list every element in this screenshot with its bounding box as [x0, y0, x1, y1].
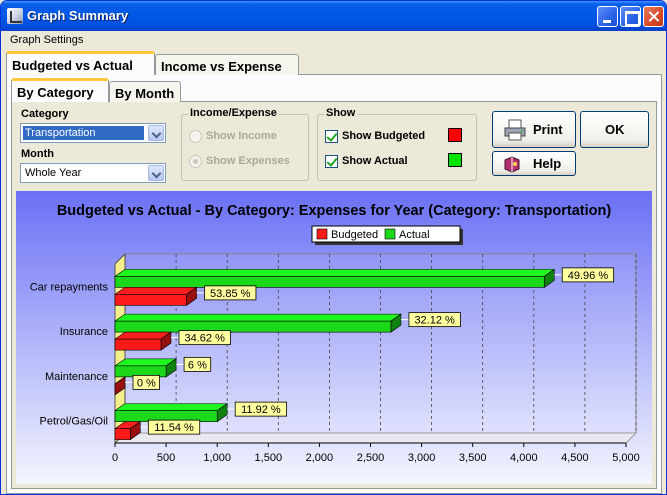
actual-bar-top — [114, 313, 402, 322]
x-tick-label: 5,000 — [612, 452, 640, 464]
chart-title: Budgeted vs Actual - By Category: Expens… — [57, 203, 612, 219]
show-budgeted-label: Show Budgeted — [342, 130, 426, 142]
menu-bar: Graph Settings — [1, 31, 666, 49]
tab-by-month[interactable]: By Month — [109, 81, 181, 102]
x-tick-label: 4,000 — [510, 452, 538, 464]
print-button-label: Print — [533, 122, 563, 137]
budgeted-bar-label: 11.54 % — [154, 422, 194, 434]
check-icon — [325, 155, 338, 168]
budgeted-bar-front — [114, 294, 187, 306]
chevron-down-icon[interactable] — [148, 165, 164, 181]
ok-button-label: OK — [605, 122, 625, 137]
budgeted-bar-label: 34.62 % — [185, 333, 226, 345]
month-label: Month — [21, 148, 54, 160]
chart-plot: 0 500 1,000 1,500 2,000 2,500 3,000 3,500 4,000 4… — [30, 252, 640, 464]
category-select[interactable]: Transportation — [20, 123, 166, 143]
x-tick-label: 3,000 — [408, 452, 436, 464]
category-label: Maintenance — [45, 371, 108, 383]
category-label: Car repayments — [30, 281, 109, 293]
budgeted-color-swatch[interactable] — [448, 128, 462, 142]
budgeted-bar-top — [114, 287, 198, 295]
radio-icon — [189, 130, 202, 143]
category-label: Category — [21, 108, 69, 120]
radio-selected-icon — [189, 155, 202, 168]
maximize-button[interactable] — [620, 6, 641, 27]
actual-bar-top — [114, 358, 178, 367]
print-button[interactable]: Print — [492, 111, 576, 148]
chart-legend: Budgeted Actual — [311, 225, 463, 245]
x-tick-label: 2,500 — [357, 452, 385, 464]
x-tick-label: 4,500 — [561, 452, 589, 464]
income-expense-group: Income/Expense Show Income Show Expenses — [181, 107, 309, 181]
income-expense-title: Income/Expense — [188, 107, 279, 119]
tab-income-vs-expense[interactable]: Income vs Expense — [155, 54, 299, 75]
month-select[interactable]: Whole Year — [20, 163, 166, 183]
actual-bar-label: 32.12 % — [414, 315, 455, 327]
actual-color-swatch[interactable] — [448, 153, 462, 167]
actual-bar: 49.96 % — [114, 267, 615, 288]
show-expenses-label: Show Expenses — [206, 155, 290, 167]
tab-by-category[interactable]: By Category — [11, 78, 109, 102]
graph-app-icon — [7, 8, 23, 24]
category-label: Insurance — [60, 326, 108, 338]
actual-bar-top — [114, 403, 229, 411]
budgeted-bar-front — [114, 428, 131, 440]
title-bar: Graph Summary — [1, 1, 666, 31]
budgeted-bar-label: 0 % — [137, 377, 156, 389]
actual-bar-label: 49.96 % — [568, 270, 609, 282]
actual-bar-label: 6 % — [188, 359, 207, 371]
x-tick-label: 1,500 — [255, 452, 283, 464]
window-title: Graph Summary — [27, 8, 129, 23]
x-tick-label: 3,500 — [459, 452, 487, 464]
show-title: Show — [324, 107, 358, 119]
legend-label: Actual — [399, 229, 430, 241]
actual-bar-front — [114, 276, 545, 288]
legend-swatch — [316, 228, 328, 240]
month-select-value: Whole Year — [25, 167, 82, 179]
legend-swatch — [384, 228, 396, 240]
show-income-label: Show Income — [206, 130, 277, 142]
check-icon — [325, 130, 338, 143]
chart-area: Budgeted vs Actual - By Category: Expens… — [16, 191, 652, 484]
chevron-down-icon[interactable] — [148, 125, 164, 141]
ok-button[interactable]: OK — [580, 111, 649, 148]
x-tick-label: 2,000 — [306, 452, 334, 464]
close-button[interactable] — [643, 6, 664, 27]
actual-bar-front — [114, 320, 392, 333]
minimize-button[interactable] — [597, 6, 618, 27]
help-book-icon — [504, 156, 520, 173]
budget-chart: Budgeted vs Actual - By Category: Expens… — [16, 191, 652, 484]
help-button-label: Help — [533, 156, 562, 171]
x-tick-label: 0 — [112, 452, 118, 464]
show-group: Show Show Budgeted Show Actual — [317, 107, 477, 181]
budgeted-bar-front — [114, 338, 162, 351]
budgeted-bar-label: 53.85 % — [210, 288, 251, 300]
tab-budgeted-vs-actual[interactable]: Budgeted vs Actual — [6, 51, 155, 75]
printer-icon — [504, 119, 526, 141]
help-button[interactable]: Help — [492, 151, 576, 176]
actual-bar-top — [114, 269, 556, 277]
legend-label: Budgeted — [331, 229, 378, 241]
category-select-value: Transportation — [23, 126, 144, 140]
show-actual-label: Show Actual — [342, 155, 408, 167]
x-tick-label: 500 — [157, 452, 175, 464]
category-label: Petrol/Gas/Oil — [40, 416, 108, 428]
app-window: Graph Summary Graph Settings Budgeted vs… — [0, 0, 667, 495]
x-tick-label: 1,000 — [203, 452, 231, 464]
actual-bar-label: 11.92 % — [241, 404, 281, 416]
menu-graph-settings[interactable]: Graph Settings — [10, 34, 83, 46]
